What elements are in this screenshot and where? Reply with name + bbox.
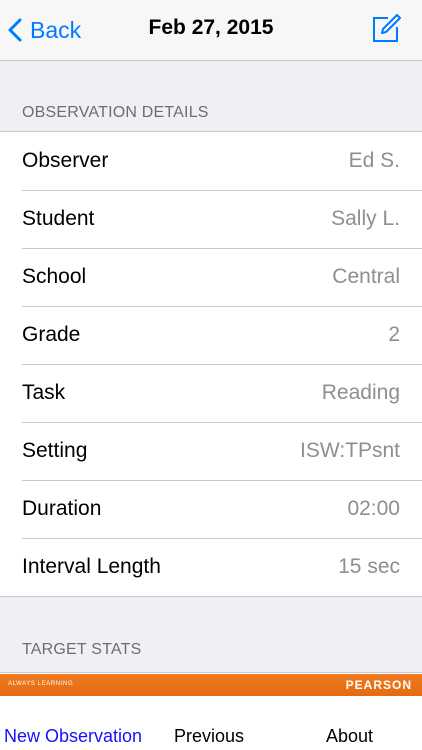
tab-previous[interactable]: Previous	[174, 726, 244, 747]
detail-label: Duration	[22, 497, 102, 520]
detail-row-school[interactable]: School Central	[0, 248, 422, 306]
detail-value: 2	[388, 323, 400, 346]
detail-row-student[interactable]: Student Sally L.	[0, 190, 422, 248]
detail-value: Sally L.	[331, 207, 400, 230]
detail-row-observer[interactable]: Observer Ed S.	[0, 132, 422, 190]
detail-label: Interval Length	[22, 555, 161, 578]
section-header-target-stats: TARGET STATS	[22, 641, 142, 658]
detail-row-interval-length[interactable]: Interval Length 15 sec	[0, 538, 422, 596]
detail-label: Setting	[22, 439, 88, 462]
detail-label: Observer	[22, 149, 109, 172]
banner-tagline: ALWAYS LEARNING	[8, 681, 74, 687]
compose-icon[interactable]	[370, 13, 402, 45]
detail-value: 02:00	[347, 497, 400, 520]
detail-label: Task	[22, 381, 66, 404]
tab-about[interactable]: About	[326, 726, 373, 747]
nav-bar: Back Feb 27, 2015	[0, 0, 422, 61]
detail-row-setting[interactable]: Setting ISW:TPsnt	[0, 422, 422, 480]
detail-value: Ed S.	[348, 149, 400, 172]
detail-value: Central	[332, 265, 400, 288]
section-header-observation-details: OBSERVATION DETAILS	[22, 104, 209, 121]
banner-logo: PEARSON	[345, 678, 412, 692]
detail-label: School	[22, 265, 87, 288]
detail-label: Grade	[22, 323, 81, 346]
tab-bar: New Observation Previous About	[0, 696, 422, 750]
observation-details-table: Observer Ed S. Student Sally L. School C…	[0, 131, 422, 597]
detail-row-task[interactable]: Task Reading	[0, 364, 422, 422]
detail-value: Reading	[321, 381, 400, 404]
detail-value: 15 sec	[338, 555, 400, 578]
pearson-banner: ALWAYS LEARNING PEARSON	[0, 674, 422, 696]
tab-new-observation[interactable]: New Observation	[4, 726, 142, 747]
detail-row-duration[interactable]: Duration 02:00	[0, 480, 422, 538]
detail-row-grade[interactable]: Grade 2	[0, 306, 422, 364]
page-title: Feb 27, 2015	[148, 16, 274, 39]
detail-label: Student	[22, 207, 95, 230]
detail-value: ISW:TPsnt	[300, 439, 400, 462]
